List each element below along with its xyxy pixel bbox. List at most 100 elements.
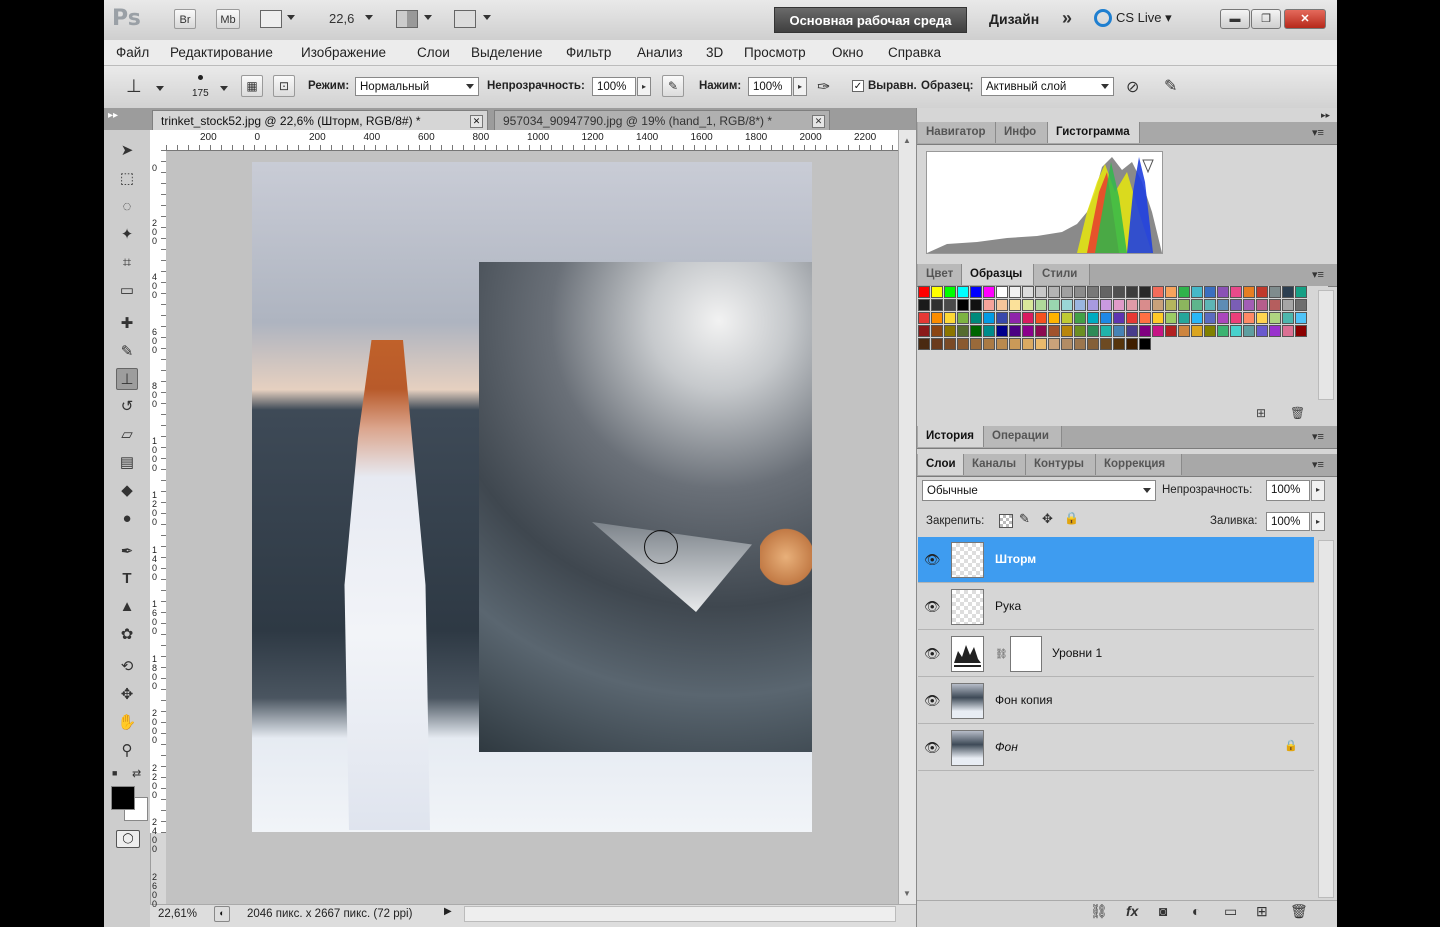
menu-filter[interactable]: Фильтр <box>566 45 611 60</box>
color-swatch[interactable] <box>1282 312 1294 324</box>
brush-panel-icon[interactable]: ▦ <box>241 75 263 97</box>
zoom-dropdown-icon[interactable] <box>365 15 373 20</box>
panel-menu-icon[interactable]: ▾≡ <box>1312 430 1324 443</box>
eye-icon[interactable]: 👁 <box>924 693 941 709</box>
layer-opacity-input[interactable]: 100% <box>1266 480 1310 501</box>
color-swatch[interactable] <box>1035 325 1047 337</box>
menu-view[interactable]: Просмотр <box>744 45 806 60</box>
color-swatch[interactable] <box>970 299 982 311</box>
color-swatch[interactable] <box>1152 299 1164 311</box>
color-swatch[interactable] <box>1061 325 1073 337</box>
color-swatch[interactable] <box>1074 299 1086 311</box>
color-swatch[interactable] <box>1048 312 1060 324</box>
color-swatch[interactable] <box>1217 286 1229 298</box>
layer-row-storm[interactable]: 👁 Шторм <box>918 537 1314 583</box>
sample-select[interactable]: Активный слой <box>981 77 1114 96</box>
3d-rotate-tool-icon[interactable]: ⟲ <box>116 656 138 678</box>
color-swatch[interactable] <box>1139 338 1151 350</box>
color-swatch[interactable] <box>1087 312 1099 324</box>
tab-navigator[interactable]: Навигатор <box>918 122 996 143</box>
ruler-origin[interactable] <box>150 130 167 151</box>
menu-edit[interactable]: Редактирование <box>170 45 273 60</box>
color-swatch[interactable] <box>944 325 956 337</box>
menu-window[interactable]: Окно <box>832 45 863 60</box>
minimize-button[interactable]: ▬ <box>1220 9 1250 29</box>
color-swatch[interactable] <box>944 338 956 350</box>
tab-history[interactable]: История <box>918 426 984 447</box>
hand-tool-icon[interactable]: ✋ <box>116 712 138 734</box>
color-swatch[interactable] <box>931 286 943 298</box>
tab-color[interactable]: Цвет <box>918 264 962 285</box>
brush-size[interactable]: 175 <box>192 88 209 99</box>
tool-preset-dropdown-icon[interactable] <box>156 86 164 91</box>
lock-position-icon[interactable]: ✥ <box>1042 511 1053 527</box>
color-swatch[interactable] <box>1087 325 1099 337</box>
aligned-checkbox[interactable]: ✓ <box>852 80 864 92</box>
workspace-design-button[interactable]: Дизайн <box>989 11 1039 27</box>
color-swatch[interactable] <box>1100 286 1112 298</box>
opacity-input[interactable]: 100% <box>592 77 636 96</box>
brush-picker-dropdown-icon[interactable] <box>220 86 228 91</box>
color-swatch[interactable] <box>970 286 982 298</box>
arrange-dropdown-icon[interactable] <box>424 15 432 20</box>
color-swatch[interactable] <box>931 338 943 350</box>
close-tab-icon[interactable]: ✕ <box>812 115 825 128</box>
chevron-down-icon[interactable] <box>287 15 295 20</box>
crop-tool-icon[interactable]: ⌗ <box>116 252 138 274</box>
eraser-tool-icon[interactable]: ▱ <box>116 424 138 446</box>
color-swatch[interactable] <box>957 325 969 337</box>
color-swatch[interactable] <box>1256 299 1268 311</box>
color-swatch[interactable] <box>918 338 930 350</box>
tab-hand-image[interactable]: 957034_90947790.jpg @ 19% (hand_1, RGB/8… <box>494 110 830 130</box>
color-swatch[interactable] <box>1009 286 1021 298</box>
color-swatch[interactable] <box>1074 325 1086 337</box>
color-swatch[interactable] <box>1152 312 1164 324</box>
adjustment-layer-icon[interactable]: ◐ <box>1192 903 1200 919</box>
color-swatch[interactable] <box>1061 286 1073 298</box>
color-swatch[interactable] <box>1256 325 1268 337</box>
color-swatch[interactable] <box>1178 299 1190 311</box>
color-swatch[interactable] <box>1269 325 1281 337</box>
tab-trinket-stock[interactable]: trinket_stock52.jpg @ 22,6% (Шторм, RGB/… <box>152 110 488 130</box>
fill-input[interactable]: 100% <box>1266 512 1310 531</box>
color-swatch[interactable] <box>983 325 995 337</box>
panel-menu-icon[interactable]: ▾≡ <box>1312 458 1324 471</box>
color-swatch[interactable] <box>1048 325 1060 337</box>
screen-mode-icon[interactable] <box>454 10 476 28</box>
color-swatch[interactable] <box>931 325 943 337</box>
fill-slider-button[interactable]: ▸ <box>1311 512 1325 531</box>
color-swatch[interactable] <box>1100 299 1112 311</box>
clone-source-icon[interactable]: ⊡ <box>273 75 295 97</box>
brush-tool-icon[interactable]: ✎ <box>116 341 138 363</box>
shape-tool-icon[interactable]: ✿ <box>116 624 138 646</box>
color-swatch[interactable] <box>1061 299 1073 311</box>
color-swatch[interactable] <box>918 299 930 311</box>
path-selection-tool-icon[interactable]: ▲ <box>116 596 138 618</box>
color-swatch[interactable] <box>1282 325 1294 337</box>
tab-actions[interactable]: Операции <box>984 426 1062 447</box>
color-swatch[interactable] <box>970 325 982 337</box>
flow-input[interactable]: 100% <box>748 77 792 96</box>
ruler-tool-icon[interactable]: ▭ <box>116 280 138 302</box>
color-swatch[interactable] <box>1178 286 1190 298</box>
color-swatch[interactable] <box>1087 338 1099 350</box>
tab-channels[interactable]: Каналы <box>964 454 1026 475</box>
healing-brush-tool-icon[interactable]: ✚ <box>116 313 138 335</box>
color-swatch[interactable] <box>1191 286 1203 298</box>
color-swatch[interactable] <box>983 338 995 350</box>
color-swatch[interactable] <box>1230 299 1242 311</box>
color-swatch[interactable] <box>1204 299 1216 311</box>
menu-layers[interactable]: Слои <box>417 45 450 60</box>
color-swatch[interactable] <box>1048 338 1060 350</box>
lock-all-icon[interactable]: 🔒 <box>1064 511 1079 525</box>
menu-image[interactable]: Изображение <box>301 45 386 60</box>
cslive-button[interactable]: CS Live ▾ <box>1116 10 1172 26</box>
chain-link-icon[interactable]: ⛓ <box>995 649 1008 660</box>
lock-pixels-icon[interactable]: ✎ <box>1019 511 1030 527</box>
color-swatch[interactable] <box>1126 312 1138 324</box>
color-swatch[interactable] <box>944 299 956 311</box>
tab-styles[interactable]: Стили <box>1034 264 1090 285</box>
color-swatch[interactable] <box>996 299 1008 311</box>
color-swatch[interactable] <box>1230 286 1242 298</box>
color-swatch[interactable] <box>1126 286 1138 298</box>
